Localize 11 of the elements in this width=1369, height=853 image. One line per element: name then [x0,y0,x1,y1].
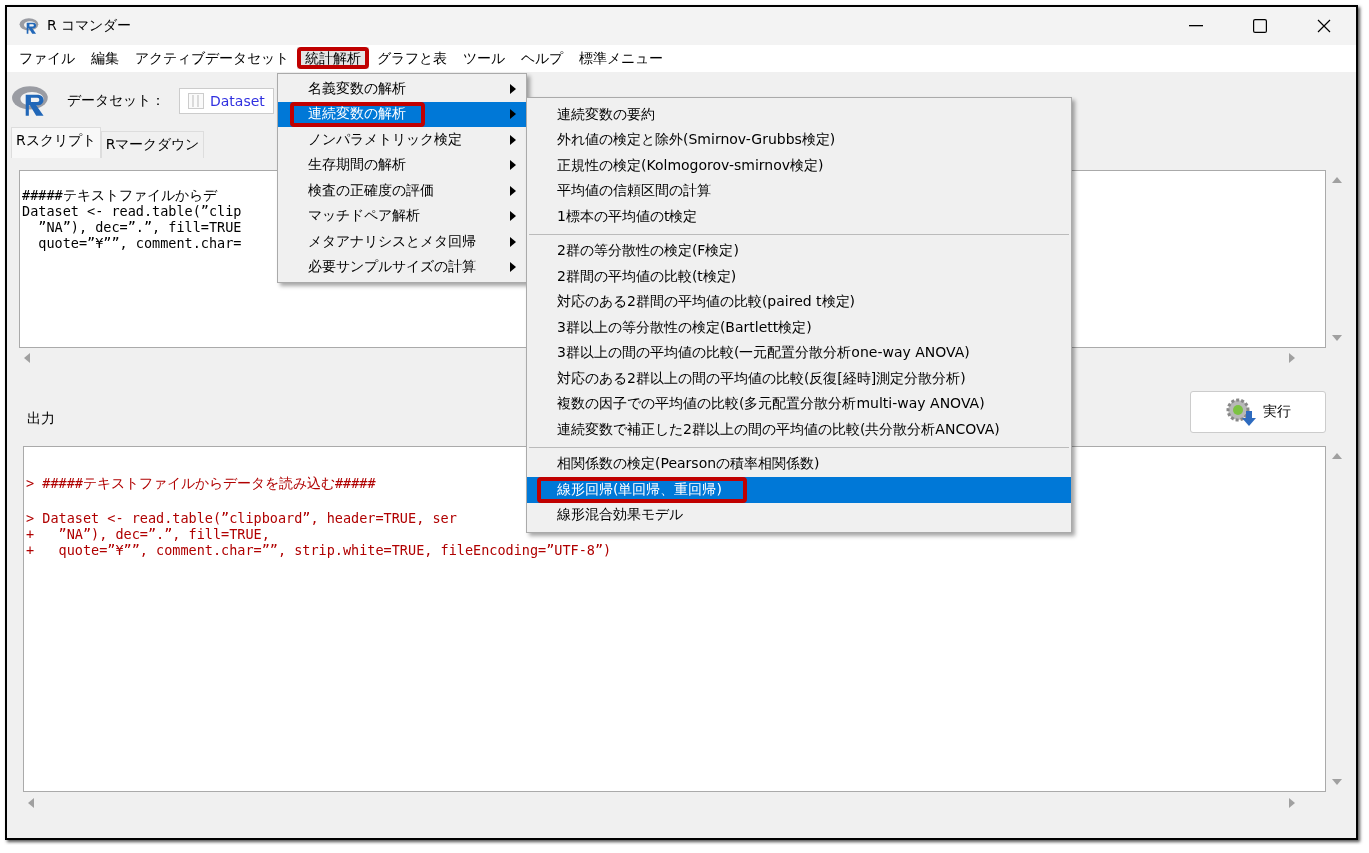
output-line: > Dataset <- read.table(”clipboard”, header=TRUE, ser [26,510,457,526]
window-title: R コマンダー [47,17,132,35]
code-line: quote=”¥””, comment.char= [37,235,242,251]
output-line: + ”NA”), dec=”.”, fill=TRUE, [26,526,270,542]
code-line: #####テキストファイルからデ [22,187,217,203]
code-line: Dataset <- read.table(”clip [22,203,242,219]
output-line: > #####テキストファイルからデータを読み込む##### [26,475,376,491]
output-line: + quote=”¥””, comment.char=””, strip.white=TRUE, fileEncoding=”UTF-8”) [26,542,612,558]
dataset-label: データセット： [67,92,165,110]
code-line: ”NA”), dec=”.”, fill=TRUE [37,219,242,235]
output-label: 出力 [27,410,55,428]
